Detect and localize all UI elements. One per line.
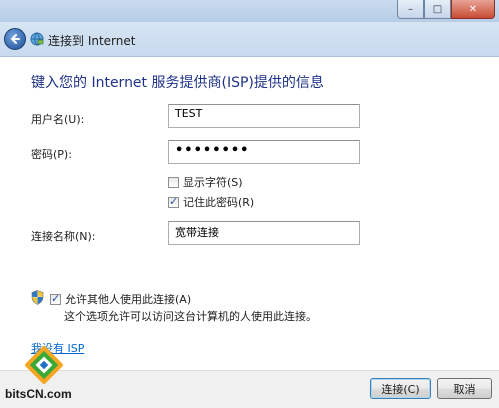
allow-others-description: 这个选项允许可以访问这台计算机的人使用此连接。	[64, 310, 317, 323]
back-button[interactable]	[4, 28, 26, 50]
show-chars-label: 显示字符(S)	[183, 176, 243, 189]
show-chars-checkbox[interactable]	[168, 176, 179, 188]
allow-others-checkbox[interactable]	[50, 292, 61, 305]
close-button[interactable]: ✕	[451, 0, 495, 19]
connect-button[interactable]: 连接(C)	[370, 378, 431, 399]
password-value: ••••••••	[175, 143, 250, 158]
remember-password-option[interactable]: 记住此密码(R)	[168, 194, 254, 210]
password-input[interactable]: ••••••••	[168, 140, 360, 164]
connection-name-label: 连接名称(N):	[31, 230, 96, 243]
username-label: 用户名(U):	[31, 113, 85, 126]
connection-name-value: 宽带连接	[175, 226, 219, 239]
password-label: 密码(P):	[31, 148, 72, 161]
title-bar: – □ ✕	[0, 0, 499, 22]
remember-password-checkbox[interactable]	[168, 195, 179, 208]
window-title: 连接到 Internet	[48, 34, 136, 48]
navigation-bar: 连接到 Internet	[0, 22, 499, 57]
maximize-button[interactable]: □	[424, 0, 451, 19]
window-controls: – □ ✕	[397, 0, 495, 19]
username-input[interactable]: TEST	[168, 104, 360, 128]
back-arrow-icon	[10, 34, 20, 44]
page-heading: 键入您的 Internet 服务提供商(ISP)提供的信息	[31, 75, 324, 91]
network-globe-icon	[30, 32, 44, 46]
minimize-button[interactable]: –	[397, 0, 424, 19]
show-chars-option[interactable]: 显示字符(S)	[168, 174, 243, 190]
remember-password-label: 记住此密码(R)	[183, 196, 255, 209]
allow-others-option[interactable]: 允许其他人使用此连接(A)	[50, 291, 191, 307]
connection-name-input[interactable]: 宽带连接	[168, 221, 360, 245]
username-value: TEST	[175, 107, 203, 120]
uac-shield-icon	[31, 290, 44, 305]
watermark-text: bitsCN.com	[5, 387, 72, 401]
cancel-button[interactable]: 取消	[437, 378, 492, 399]
allow-others-label: 允许其他人使用此连接(A)	[65, 293, 192, 306]
